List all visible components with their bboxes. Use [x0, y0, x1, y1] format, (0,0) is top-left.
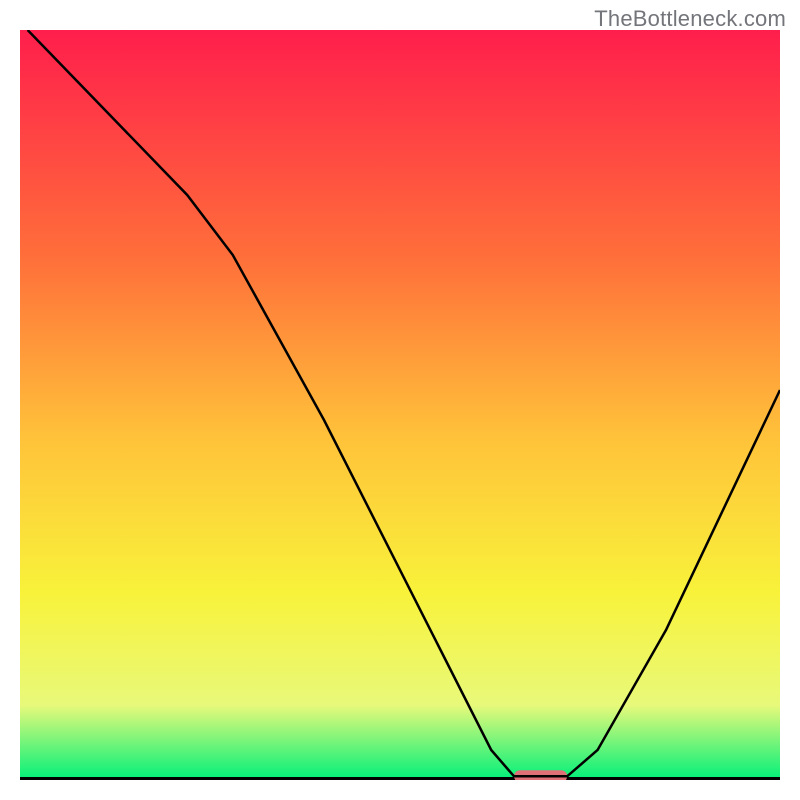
chart-svg: [20, 30, 780, 780]
x-axis-baseline: [20, 777, 780, 780]
gradient-background: [20, 30, 780, 780]
chart-canvas: [20, 30, 780, 780]
watermark-text: TheBottleneck.com: [594, 6, 786, 32]
